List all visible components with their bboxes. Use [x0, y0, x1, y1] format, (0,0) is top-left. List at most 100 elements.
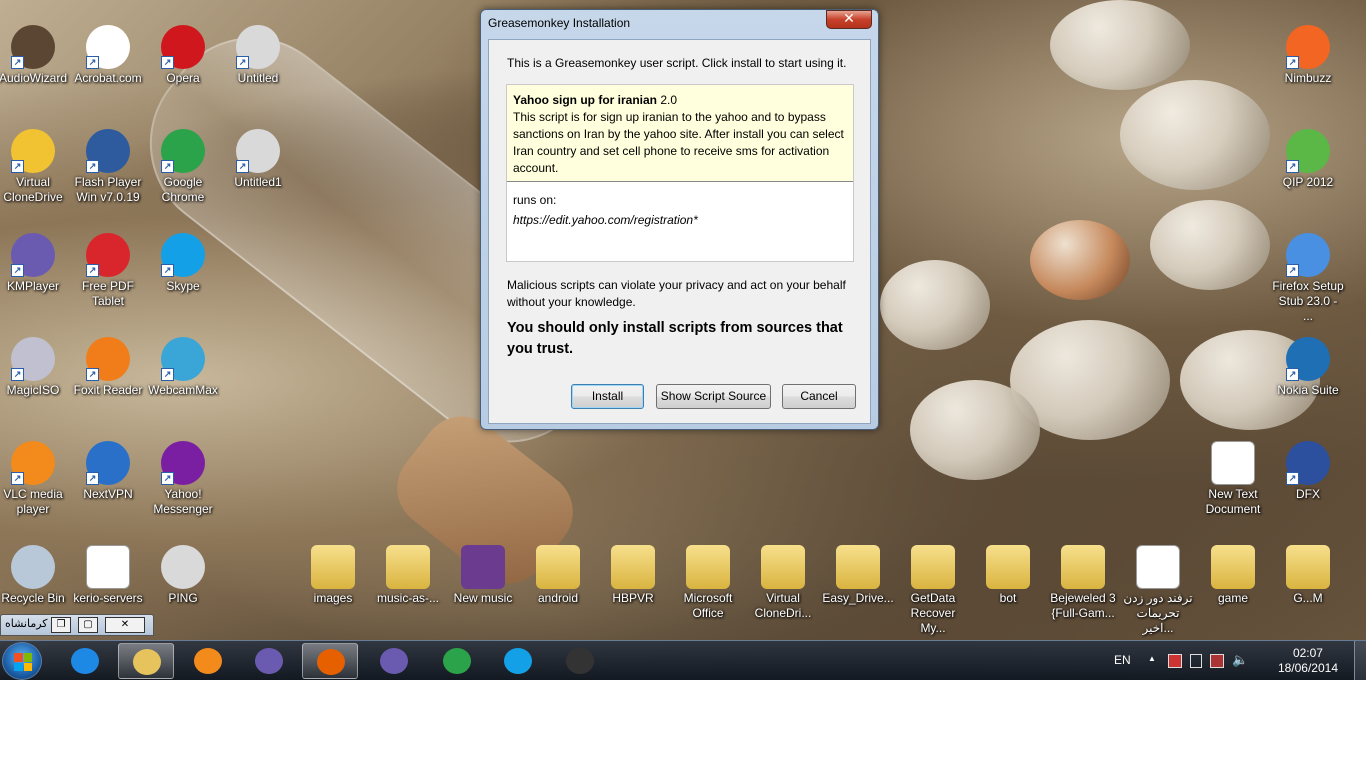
- shortcut-arrow-icon: ↗: [86, 264, 99, 277]
- chrome-icon: ↗: [161, 129, 205, 173]
- taskbar-button[interactable]: [429, 643, 485, 679]
- vlc-icon: ↗: [11, 441, 55, 485]
- taskbar-button[interactable]: [180, 643, 236, 679]
- mini-window-title: کرمانشاه: [5, 617, 48, 630]
- clock[interactable]: 02:07 18/06/2014: [1278, 646, 1338, 676]
- desktop-icon[interactable]: game: [1197, 545, 1269, 606]
- desktop-icon[interactable]: Bejeweled 3 {Full-Gam...: [1047, 545, 1119, 621]
- volume-icon[interactable]: 🔈: [1232, 652, 1248, 668]
- desktop-icon[interactable]: android: [522, 545, 594, 606]
- desktop-icon[interactable]: Easy_Drive...: [822, 545, 894, 606]
- desktop-icon-label: Flash Player Win v7.0.19: [74, 175, 142, 204]
- shortcut-arrow-icon: ↗: [86, 472, 99, 485]
- folder-icon: [1286, 545, 1330, 589]
- desktop-icon[interactable]: HBPVR: [597, 545, 669, 606]
- desktop-icon[interactable]: ↗ Flash Player Win v7.0.19: [72, 129, 144, 205]
- desktop-icon[interactable]: ↗ QIP 2012: [1272, 129, 1344, 190]
- qip-icon: ↗: [1286, 129, 1330, 173]
- shortcut-arrow-icon: ↗: [236, 56, 249, 69]
- desktop[interactable]: ↗ AudioWizard ↗ Acrobat.com ↗ Opera ↗ Untitled ↗…: [0, 0, 1366, 680]
- desktop-icon[interactable]: ↗ MagicISO: [0, 337, 69, 398]
- desktop-icon[interactable]: ↗ Untitled1: [222, 129, 294, 190]
- desktop-icon[interactable]: bot: [972, 545, 1044, 606]
- desktop-icon[interactable]: ↗ Yahoo! Messenger: [147, 441, 219, 517]
- desktop-icon[interactable]: ↗ Opera: [147, 25, 219, 86]
- skype-icon: ↗: [161, 233, 205, 277]
- desktop-icon-label: Foxit Reader: [73, 383, 143, 397]
- shortcut-arrow-icon: ↗: [11, 472, 24, 485]
- desktop-icon[interactable]: Virtual CloneDri...: [747, 545, 819, 621]
- show-desktop-button[interactable]: [1354, 641, 1366, 680]
- desktop-icon[interactable]: ↗ DFX: [1272, 441, 1344, 502]
- maximize-button[interactable]: ▢: [78, 617, 98, 633]
- desktop-icon[interactable]: ↗ WebcamMax: [147, 337, 219, 398]
- shortcut-arrow-icon: ↗: [86, 56, 99, 69]
- show-script-source-button[interactable]: Show Script Source: [656, 384, 771, 409]
- nimbuzz-icon: ↗: [1286, 25, 1330, 69]
- text-document-icon: [1211, 441, 1255, 485]
- taskbar-button[interactable]: [302, 643, 358, 679]
- folder-icon: [536, 545, 580, 589]
- nokia-icon: ↗: [1286, 337, 1330, 381]
- minimized-window-bar[interactable]: کرمانشاه ❐ ▢ ✕: [0, 614, 154, 636]
- dfx-icon: ↗: [1286, 441, 1330, 485]
- desktop-icon[interactable]: Microsoft Office: [672, 545, 744, 621]
- language-indicator[interactable]: EN: [1114, 653, 1131, 667]
- runs-on-url: https://edit.yahoo.com/registration*: [513, 213, 698, 227]
- desktop-icon[interactable]: music-as-...: [372, 545, 444, 606]
- tray-expand-icon[interactable]: ▲: [1148, 654, 1156, 663]
- desktop-icon[interactable]: images: [297, 545, 369, 606]
- restore-button[interactable]: ❐: [51, 617, 71, 633]
- desktop-icon[interactable]: GetData Recover My...: [897, 545, 969, 636]
- desktop-icon[interactable]: New music: [447, 545, 519, 606]
- runs-on-section: runs on: https://edit.yahoo.com/registra…: [507, 182, 853, 238]
- clock-date: 18/06/2014: [1277, 661, 1338, 675]
- install-button[interactable]: Install: [571, 384, 644, 409]
- desktop-icon-label: Untitled: [237, 71, 279, 85]
- taskbar-button[interactable]: [490, 643, 546, 679]
- desktop-icon[interactable]: New Text Document: [1197, 441, 1269, 517]
- desktop-icon[interactable]: G...M: [1272, 545, 1344, 606]
- desktop-icon[interactable]: ↗ Google Chrome: [147, 129, 219, 205]
- pebble: [1120, 80, 1270, 190]
- installer-icon: ↗: [1286, 233, 1330, 277]
- cancel-button[interactable]: Cancel: [782, 384, 856, 409]
- desktop-icon[interactable]: ↗ Skype: [147, 233, 219, 294]
- taskbar-button[interactable]: [366, 643, 422, 679]
- desktop-icon[interactable]: ↗ KMPlayer: [0, 233, 69, 294]
- taskbar-button[interactable]: [552, 643, 608, 679]
- shortcut-arrow-icon: ↗: [86, 160, 99, 173]
- shortcut-arrow-icon: ↗: [161, 368, 174, 381]
- action-center-icon[interactable]: [1210, 654, 1224, 668]
- network-icon[interactable]: [1168, 654, 1182, 668]
- desktop-icon[interactable]: ↗ Virtual CloneDrive: [0, 129, 69, 205]
- taskbar-button[interactable]: [57, 643, 113, 679]
- window-icon: ↗: [236, 25, 280, 69]
- desktop-icon[interactable]: ↗ Nokia Suite: [1272, 337, 1344, 398]
- desktop-icon[interactable]: ترفند دور زدن تحریمات اخیر...: [1122, 545, 1194, 636]
- desktop-icon[interactable]: kerio-servers: [72, 545, 144, 606]
- usb-icon[interactable]: [1190, 654, 1202, 668]
- close-button[interactable]: ✕: [826, 10, 872, 29]
- taskbar-button[interactable]: [118, 643, 174, 679]
- privacy-warning: Malicious scripts can violate your priva…: [507, 278, 846, 309]
- desktop-icon[interactable]: Recycle Bin: [0, 545, 69, 606]
- desktop-icon[interactable]: ↗ Free PDF Tablet: [72, 233, 144, 309]
- desktop-icon[interactable]: ↗ NextVPN: [72, 441, 144, 502]
- desktop-icon[interactable]: ↗ Foxit Reader: [72, 337, 144, 398]
- desktop-icon[interactable]: ↗ Nimbuzz: [1272, 25, 1344, 86]
- desktop-icon[interactable]: ↗ Untitled: [222, 25, 294, 86]
- desktop-icon[interactable]: ↗ VLC media player: [0, 441, 69, 517]
- close-button[interactable]: ✕: [105, 617, 145, 633]
- window-icon: [161, 545, 205, 589]
- shortcut-arrow-icon: ↗: [161, 264, 174, 277]
- dialog-titlebar[interactable]: Greasemonkey Installation ✕: [481, 10, 878, 36]
- start-button[interactable]: [2, 642, 42, 680]
- desktop-icon[interactable]: ↗ Firefox Setup Stub 23.0 - ...: [1272, 233, 1344, 324]
- folder-icon: [986, 545, 1030, 589]
- desktop-icon[interactable]: ↗ Acrobat.com: [72, 25, 144, 86]
- desktop-icon[interactable]: PING: [147, 545, 219, 606]
- taskbar-button[interactable]: [241, 643, 297, 679]
- desktop-icon-label: music-as-...: [376, 591, 439, 605]
- desktop-icon[interactable]: ↗ AudioWizard: [0, 25, 69, 86]
